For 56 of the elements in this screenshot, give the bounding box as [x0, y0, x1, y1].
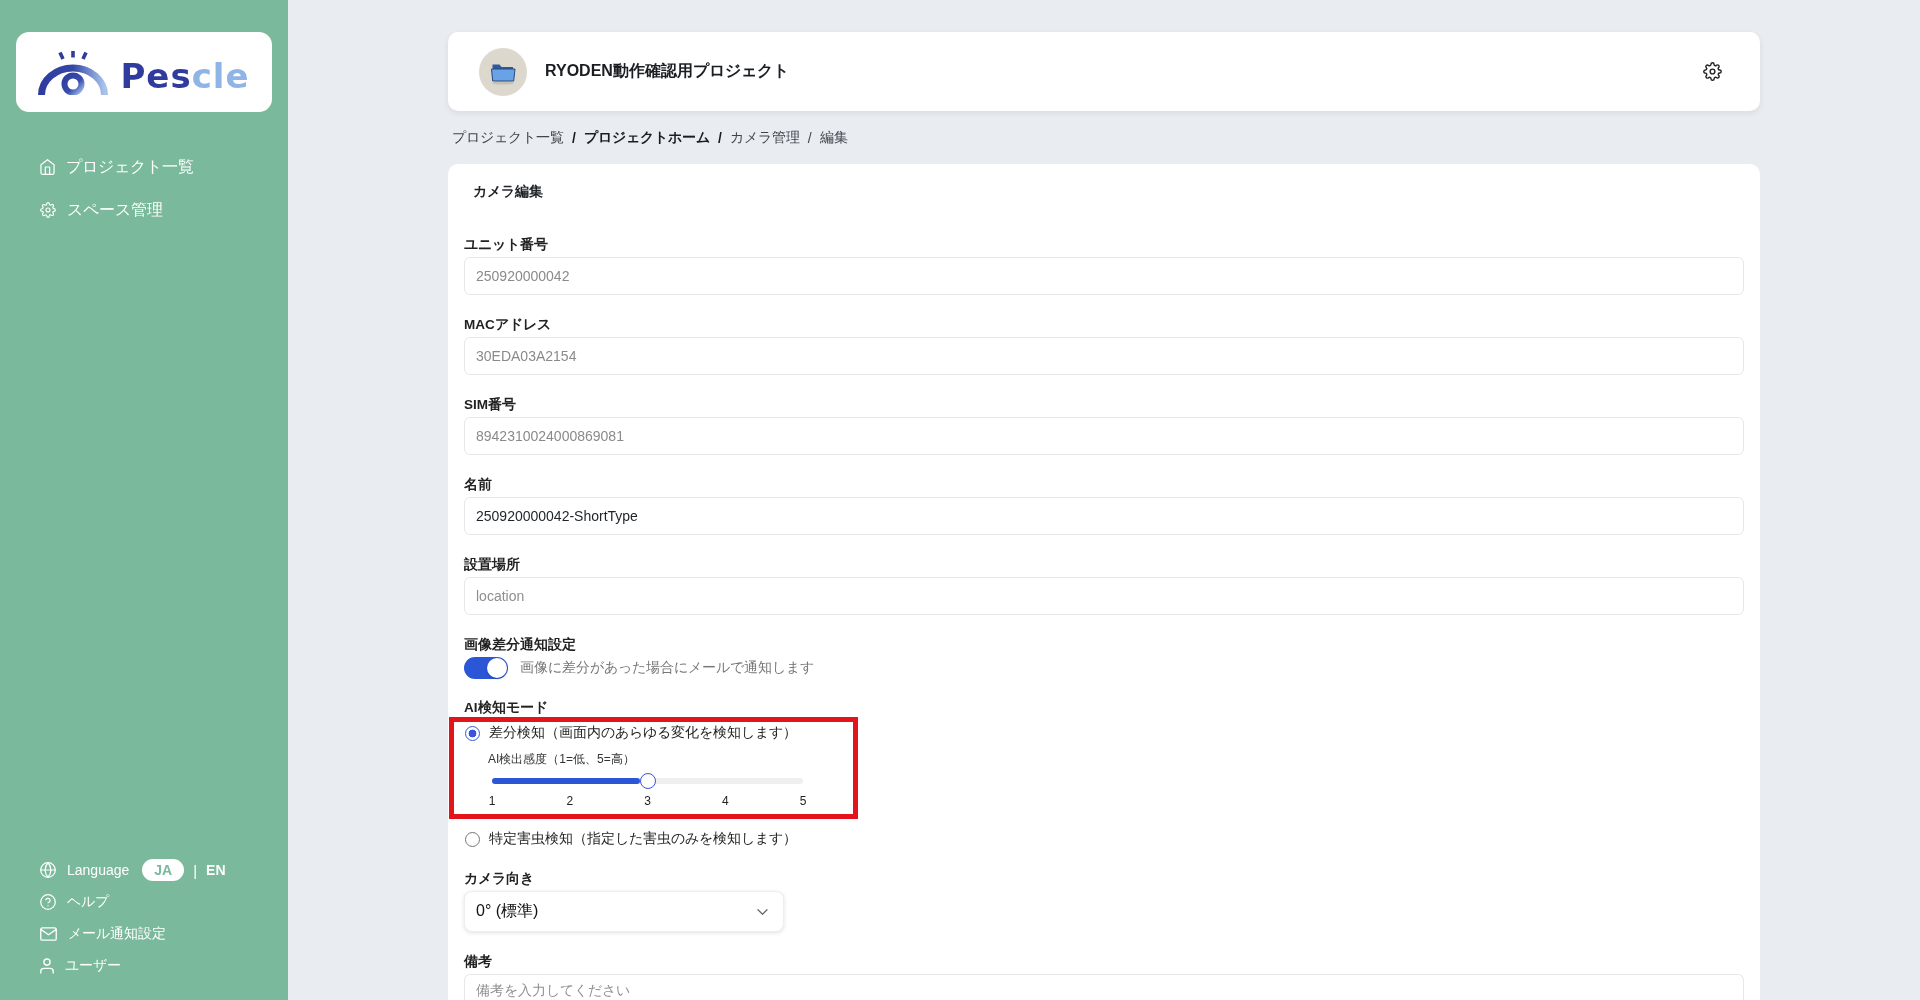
- gear-icon: [40, 202, 56, 218]
- user-icon: [40, 958, 54, 974]
- tick-label: 3: [643, 793, 652, 809]
- select-field[interactable]: 0° (標準): [464, 891, 784, 932]
- folder-icon: [479, 47, 527, 96]
- language-option[interactable]: JA: [142, 859, 185, 881]
- breadcrumb-link[interactable]: カメラ管理: [729, 129, 800, 147]
- breadcrumb-separator: /: [717, 130, 722, 146]
- tick-label: 4: [720, 793, 730, 809]
- field-label: AI検知モード: [464, 699, 548, 717]
- text-field[interactable]: location: [464, 577, 1744, 615]
- settings-icon: [1703, 62, 1722, 81]
- tick-label: 1: [487, 793, 497, 809]
- chevron-down-icon: [757, 908, 768, 915]
- slider-label: AI検出感度（1=低、5=高）: [488, 751, 635, 767]
- breadcrumb-separator: /: [807, 130, 812, 146]
- field-label: SIM番号: [464, 396, 516, 414]
- toggle-description: 画像に差分があった場合にメールで通知します: [520, 659, 814, 677]
- field-label: 名前: [464, 476, 492, 494]
- radio-label[interactable]: 差分検知（画面内のあらゆる変化を検知します）: [489, 724, 797, 742]
- field-label: 備考: [464, 953, 493, 971]
- globe-icon: [40, 862, 56, 878]
- eye-icon: [38, 51, 109, 95]
- notes-field[interactable]: 備考を入力してください: [464, 974, 1744, 1000]
- nav-link[interactable]: プロジェクト一覧: [16, 149, 272, 185]
- field-label: ユニット番号: [464, 236, 548, 254]
- breadcrumb-separator: /: [572, 130, 576, 146]
- settings-button[interactable]: [1703, 62, 1722, 81]
- sidebar-link[interactable]: ユーザー: [16, 950, 272, 982]
- nav-link[interactable]: スペース管理: [16, 192, 272, 228]
- sidebar-link[interactable]: ヘルプ: [16, 886, 272, 918]
- mail-icon: [40, 927, 57, 941]
- language-option[interactable]: EN: [206, 859, 226, 881]
- radio-label[interactable]: 特定害虫検知（指定した害虫のみを検知します）: [489, 830, 797, 848]
- breadcrumb-link[interactable]: プロジェクトホーム: [583, 129, 710, 147]
- field-label: カメラ向き: [464, 870, 534, 888]
- radio-button[interactable]: [465, 725, 480, 741]
- language-label: Language: [67, 862, 130, 878]
- tick-label: 5: [798, 793, 808, 809]
- text-field[interactable]: 250920000042-ShortType: [464, 497, 1744, 535]
- field-label: 設置場所: [464, 556, 520, 574]
- sidebar-link[interactable]: メール通知設定: [16, 918, 272, 950]
- language-separator: |: [193, 861, 198, 879]
- radio-button[interactable]: [465, 831, 480, 847]
- field-label: 画像差分通知設定: [464, 636, 576, 654]
- logo-wordmark: Pescle: [120, 59, 250, 93]
- project-title: RYODEN動作確認用プロジェクト: [545, 61, 790, 81]
- breadcrumb-link[interactable]: 編集: [819, 129, 848, 147]
- form-title: カメラ編集: [472, 182, 544, 201]
- field-label: MACアドレス: [464, 316, 551, 334]
- home-icon: [40, 159, 55, 175]
- tick-label: 2: [565, 793, 575, 809]
- help-icon: [40, 894, 56, 910]
- breadcrumb-link[interactable]: プロジェクト一覧: [452, 129, 564, 147]
- slider-thumb[interactable]: [639, 773, 656, 789]
- toggle-switch[interactable]: [464, 657, 508, 679]
